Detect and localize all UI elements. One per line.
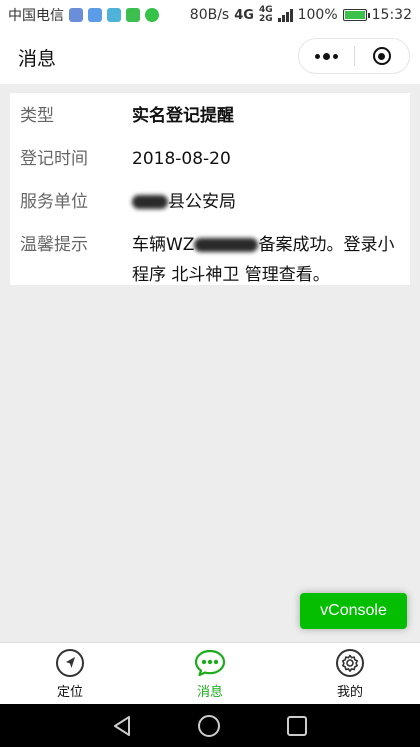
row-label: 温馨提示 [20,235,88,255]
nav-bar: 消息 [0,30,420,84]
message-row-tip: 温馨提示 车辆WZ 备案成功。登录小程序 北斗神卫 管理查看。 [20,230,400,290]
message-row-unit: 服务单位 县公安局 [20,187,400,217]
chat-dots-icon [194,649,226,676]
battery-fill [344,11,365,19]
clock: 15:32 [371,7,412,23]
more-menu-button[interactable] [299,39,354,73]
status-bar: 中国电信 80B/s 4G 4G 2G 100% 15:32 [0,0,420,30]
status-bar-right: 80B/s 4G 4G 2G 100% 15:32 [190,6,412,24]
network-type-stack: 4G 2G [259,6,273,24]
network-speed: 80B/s [189,7,230,23]
row-value: 2018-08-20 [132,149,231,169]
page-title: 消息 [18,47,57,70]
wechat-notification-icon [145,8,159,22]
message-notification-icon [88,8,102,22]
battery-percent: 100% [297,7,338,23]
status-bar-left: 中国电信 [8,5,159,25]
row-value: 车辆WZ 备案成功。登录小程序 北斗神卫 管理查看。 [132,230,400,290]
row-label: 登记时间 [20,149,88,169]
system-nav-bar [0,704,420,747]
shield-notification-icon [126,8,140,22]
gear-icon [336,648,364,677]
redacted-plate [194,238,259,252]
unit-suffix: 县公安局 [168,192,236,212]
tab-mine[interactable]: 我的 [280,643,420,704]
app-notification-icon [69,8,83,22]
back-triangle-icon[interactable] [112,715,132,737]
carrier-name: 中国电信 [8,8,64,24]
tab-messages[interactable]: 消息 [140,643,280,704]
tab-label: 我的 [336,684,363,700]
tab-label: 定位 [56,684,83,700]
gallery-notification-icon [107,8,121,22]
row-label: 服务单位 [20,192,88,212]
row-value: 县公安局 [132,187,400,217]
mini-program-capsule [298,38,410,74]
row-label: 类型 [20,106,54,126]
message-row-time: 登记时间 2018-08-20 [20,144,400,174]
close-mini-program-button[interactable] [355,39,410,73]
network-4g-label: 4G [234,7,254,23]
tab-location[interactable]: 定位 [0,643,140,704]
recents-square-icon[interactable] [286,715,308,737]
tab-label: 消息 [196,684,223,700]
tip-prefix: 车辆WZ [132,235,195,255]
message-row-type: 类型 实名登记提醒 [20,101,400,131]
network-2g-small: 2G [258,14,273,24]
signal-icon [277,8,293,22]
row-value: 实名登记提醒 [132,106,234,126]
home-circle-icon[interactable] [197,714,221,738]
more-dots-icon [314,52,338,60]
tab-bar: 定位 消息 我的 [0,642,420,704]
message-card: 类型 实名登记提醒 登记时间 2018-08-20 服务单位 县公安局 温馨提示… [10,93,410,285]
battery-icon [342,9,370,21]
navigation-arrow-icon [56,648,84,677]
redacted-text [132,195,168,209]
target-circle-icon [372,47,391,65]
vconsole-button[interactable]: vConsole [300,593,407,629]
